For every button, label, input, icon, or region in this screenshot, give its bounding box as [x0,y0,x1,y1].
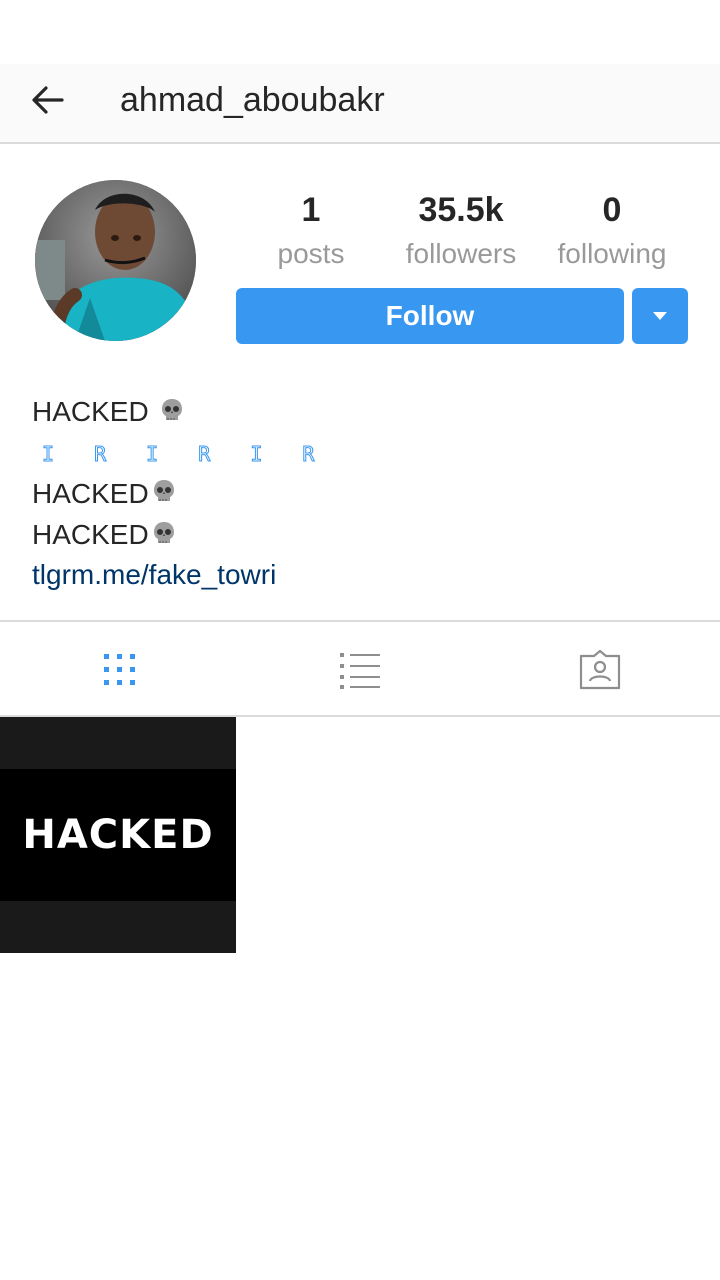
profile-tabs [0,620,720,717]
tab-grid[interactable] [0,622,240,717]
suggestions-dropdown-button[interactable] [632,288,688,344]
tagged-icon [579,649,621,689]
bio-line-2: HACKED [32,474,692,516]
skull-emoji-icon [151,475,177,515]
bio-link[interactable]: tlgrm.me/fake_towri [32,557,692,593]
following-label: following [557,238,667,269]
app-bar: ahmad_aboubakr [0,64,720,144]
posts-count: 1 [301,191,321,229]
profile-page: ahmad_aboubakr 1 posts 35.5k followers 0… [0,0,720,1280]
post-thumbnail[interactable]: HACKED [0,717,236,953]
bio-line-1-text: HACKED [32,396,149,427]
avatar-photo [35,180,196,341]
bio-line-2-text: HACKED [32,477,149,509]
bio-pattern-line: I R I R I R [42,441,329,466]
followers-label: followers [405,238,517,269]
grid-icon [104,653,135,685]
status-bar-area [0,0,720,64]
page-title: ahmad_aboubakr [120,81,385,119]
followers-stat[interactable]: 35.5k followers [386,190,536,272]
skull-emoji-icon [159,394,185,434]
post-image-text: HACKED [22,812,214,858]
skull-emoji-icon [151,517,177,557]
tab-tagged[interactable] [480,622,720,717]
bio-line-3: HACKED [32,515,692,557]
post-image-band: HACKED [0,769,236,901]
bio-line-3-text: HACKED [32,519,149,551]
following-stat[interactable]: 0 following [537,190,687,272]
tab-list[interactable] [240,622,480,717]
back-arrow-icon [32,86,64,114]
caret-down-icon [653,312,667,320]
avatar[interactable] [35,180,196,341]
follow-button[interactable]: Follow [236,288,624,344]
followers-count: 35.5k [418,191,504,229]
bio-line-1: HACKED [32,392,692,434]
following-count: 0 [602,191,622,229]
back-button[interactable] [24,76,72,124]
list-icon [340,652,380,689]
posts-stat[interactable]: 1 posts [236,190,386,272]
posts-label: posts [277,238,345,269]
bio: HACKED I R I R I R HACKED HACKED tlgrm.m… [32,392,692,593]
